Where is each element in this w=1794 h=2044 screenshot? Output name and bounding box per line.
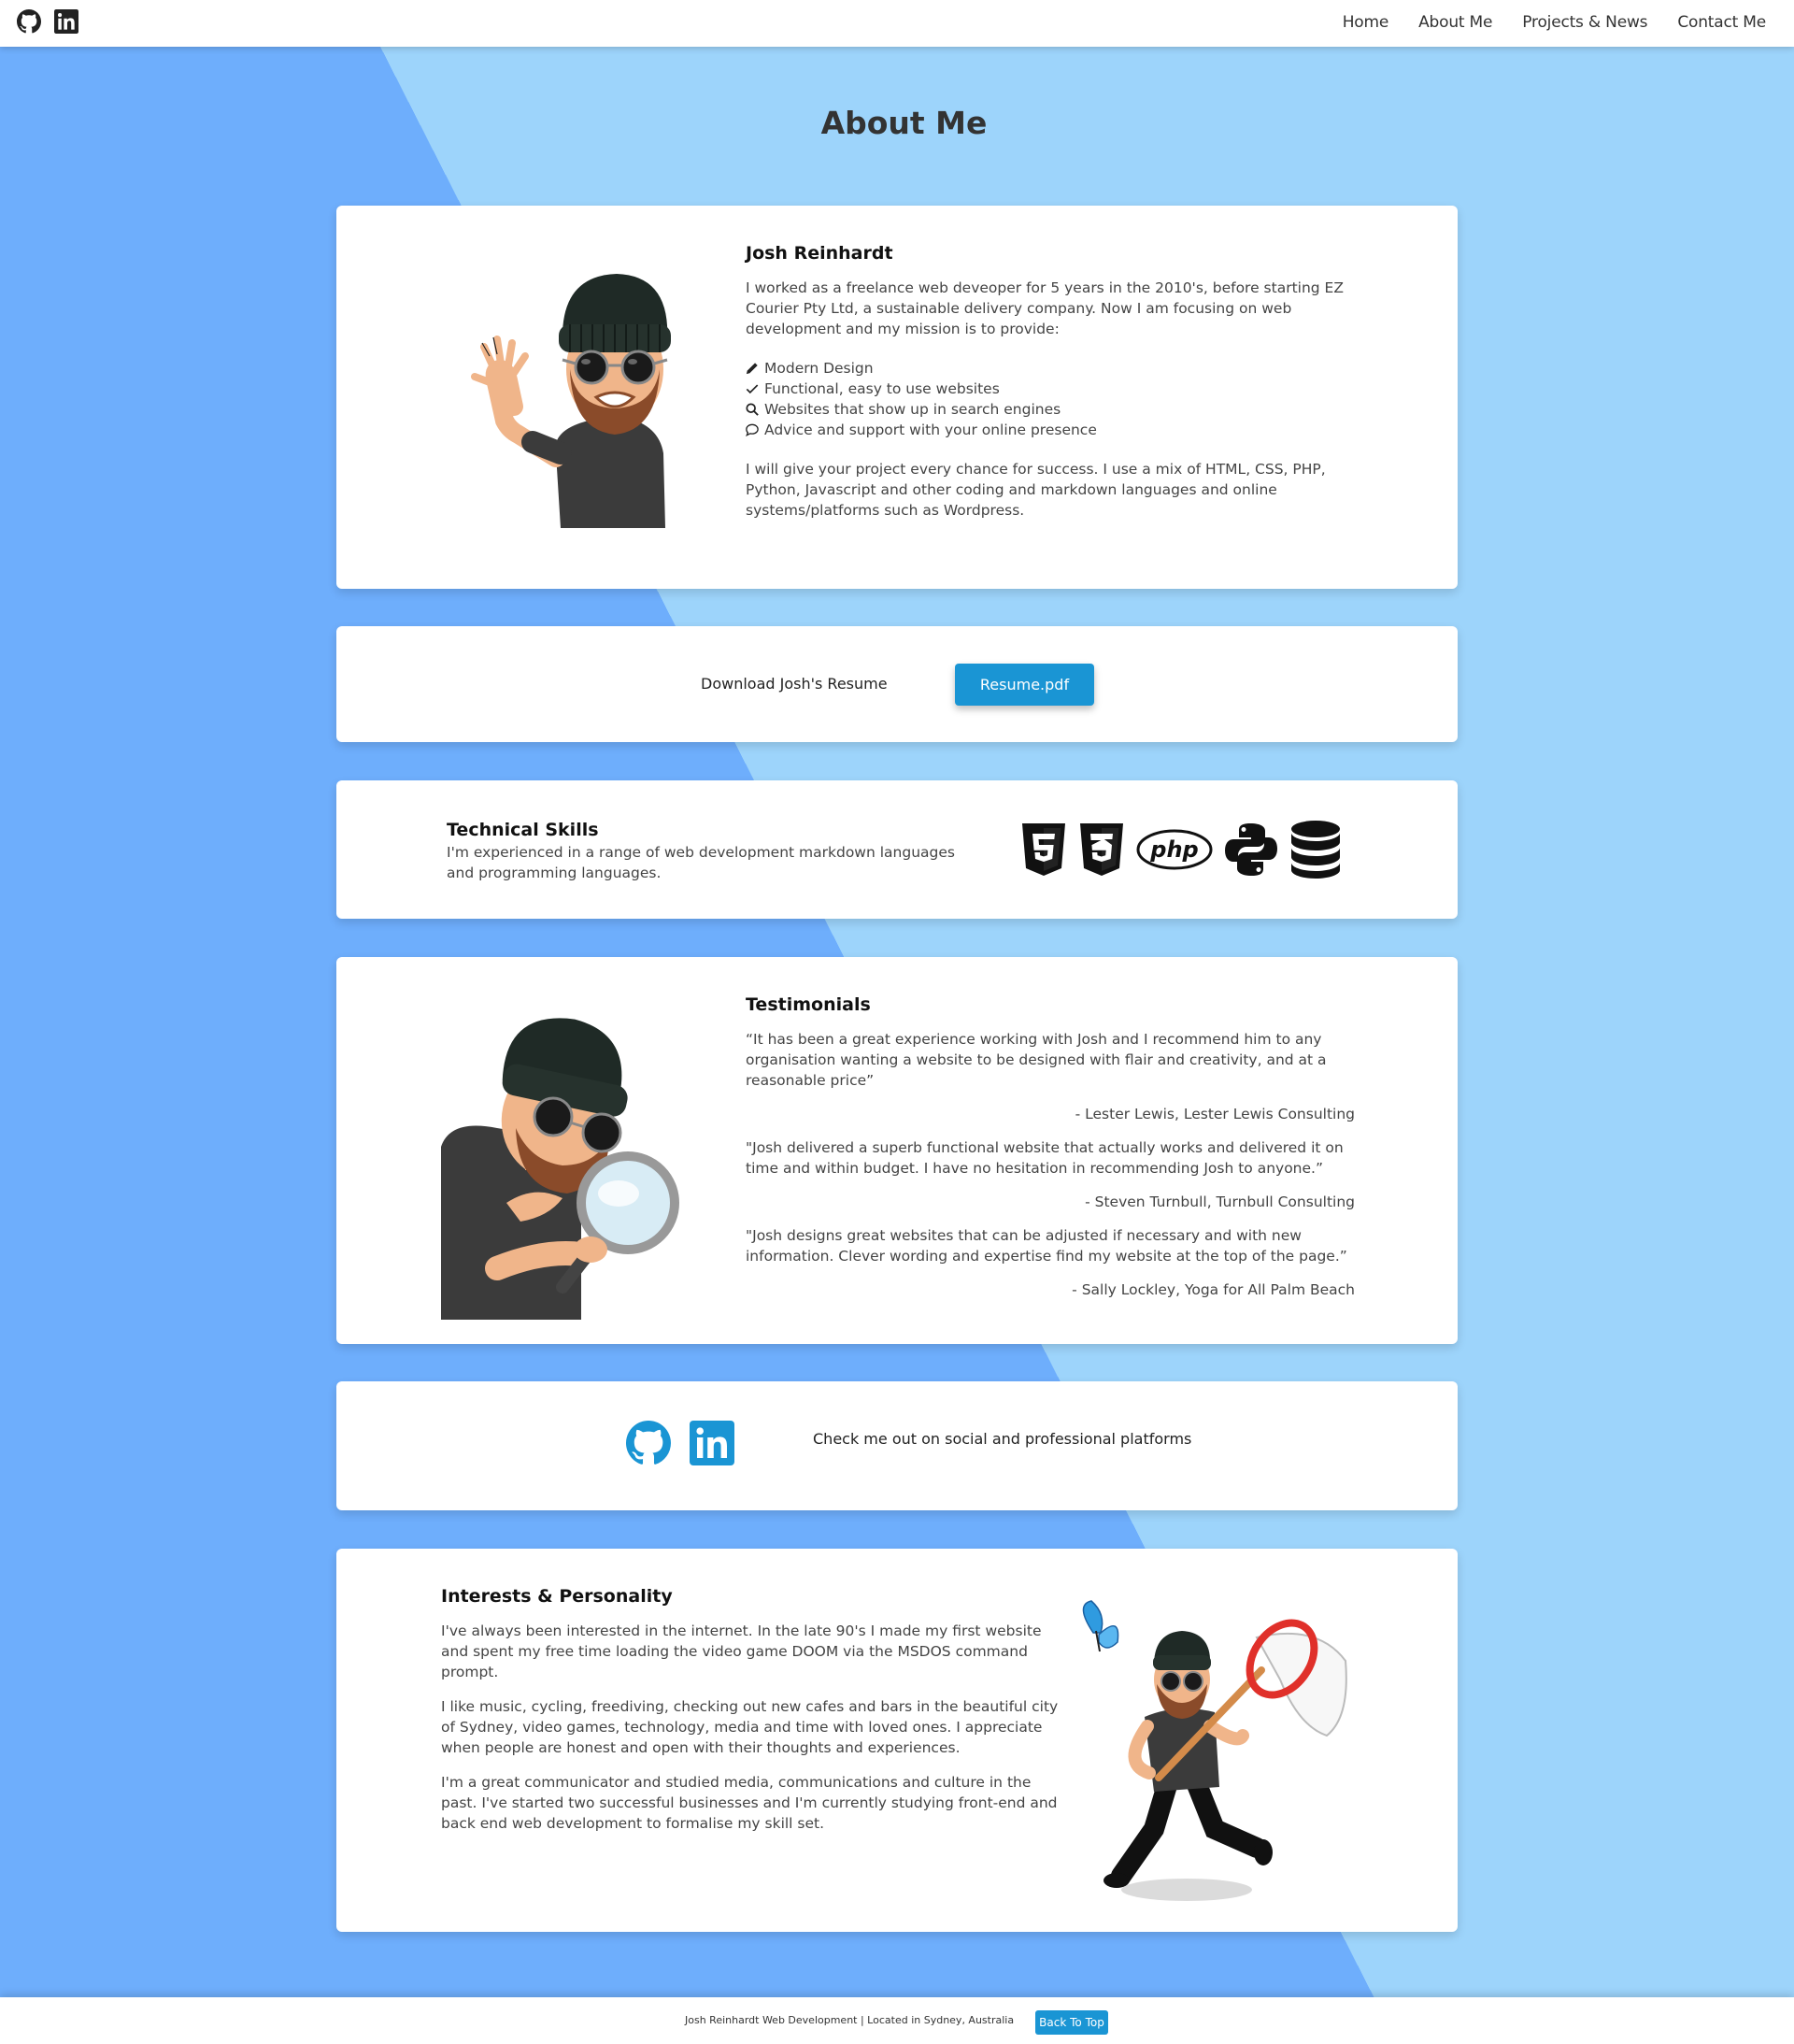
header-social-links <box>17 9 78 34</box>
github-icon[interactable] <box>17 9 41 34</box>
resume-download-button[interactable]: Resume.pdf <box>955 664 1094 706</box>
social-card: Check me out on social and professional … <box>336 1381 1458 1510</box>
butterfly-icon <box>1082 1600 1119 1652</box>
list-item-label: Modern Design <box>764 360 874 377</box>
list-item: Advice and support with your online pres… <box>746 420 1362 440</box>
about-card: Josh Reinhardt I worked as a freelance w… <box>336 206 1458 589</box>
testimonials-card: Testimonials “It has been a great experi… <box>336 957 1458 1344</box>
main-nav: Home About Me Projects & News Contact Me <box>1343 13 1767 32</box>
list-item-label: Websites that show up in search engines <box>764 401 1061 418</box>
css3-icon <box>1080 823 1123 876</box>
social-links <box>626 1421 734 1465</box>
pencil-icon <box>746 363 758 375</box>
interests-title: Interests & Personality <box>441 1586 673 1607</box>
testimonial-quote: "Josh delivered a superb functional webs… <box>746 1139 1344 1177</box>
list-item: Functional, easy to use websites <box>746 379 1362 399</box>
testimonial-author: - Steven Turnbull, Turnbull Consulting <box>1085 1194 1355 1210</box>
skills-text: I'm experienced in a range of web develo… <box>447 844 955 881</box>
linkedin-icon[interactable] <box>690 1421 734 1465</box>
check-icon <box>746 384 759 394</box>
about-intro: I worked as a freelance web deveoper for… <box>746 279 1344 337</box>
avatar-waving <box>471 274 671 528</box>
testimonial-quote: “It has been a great experience working … <box>746 1031 1327 1089</box>
top-navbar: Home About Me Projects & News Contact Me <box>0 0 1794 47</box>
skills-content: Technical Skills I'm experienced in a ra… <box>447 820 970 883</box>
footer-text: Josh Reinhardt Web Development | Located… <box>685 2014 1015 2026</box>
nav-about-me[interactable]: About Me <box>1418 13 1492 32</box>
nav-contact-me[interactable]: Contact Me <box>1677 13 1766 32</box>
search-icon <box>746 403 759 416</box>
resume-card: Download Josh's Resume Resume.pdf <box>336 626 1458 742</box>
php-icon: php <box>1136 829 1213 870</box>
interests-content: Interests & Personality I've always been… <box>441 1586 1062 1848</box>
testimonial-quote: "Josh designs great websites that can be… <box>746 1227 1347 1265</box>
interests-paragraph: I've always been interested in the inter… <box>441 1622 1042 1680</box>
nav-home[interactable]: Home <box>1343 13 1389 32</box>
list-item-label: Advice and support with your online pres… <box>764 422 1097 438</box>
skills-title: Technical Skills <box>447 820 599 840</box>
linkedin-icon[interactable] <box>54 9 78 34</box>
about-closing: I will give your project every chance fo… <box>746 461 1326 519</box>
nav-projects-news[interactable]: Projects & News <box>1522 13 1647 32</box>
page-title: About Me <box>820 105 988 141</box>
footer: Josh Reinhardt Web Development | Located… <box>0 1997 1794 2044</box>
database-icon <box>1291 821 1340 879</box>
avatar-butterfly-net <box>1082 1600 1347 1901</box>
github-icon[interactable] <box>626 1421 671 1465</box>
svg-text:php: php <box>1149 836 1198 863</box>
social-label: Check me out on social and professional … <box>813 1430 1192 1448</box>
testimonials-content: Testimonials “It has been a great experi… <box>746 994 1355 1313</box>
avatar-magnifying-glass <box>441 1018 679 1320</box>
resume-label: Download Josh's Resume <box>701 675 888 693</box>
html5-icon <box>1022 823 1065 876</box>
about-name: Josh Reinhardt <box>746 243 893 264</box>
chat-icon <box>746 423 759 436</box>
interests-paragraph: I'm a great communicator and studied med… <box>441 1774 1058 1832</box>
list-item-label: Functional, easy to use websites <box>764 380 1000 397</box>
skills-icons: php <box>1020 820 1342 879</box>
interests-paragraph: I like music, cycling, freediving, check… <box>441 1698 1059 1756</box>
list-item: Modern Design <box>746 358 1362 379</box>
interests-card: Interests & Personality I've always been… <box>336 1549 1458 1932</box>
python-icon <box>1225 823 1277 876</box>
testimonials-title: Testimonials <box>746 994 871 1015</box>
testimonial-author: - Lester Lewis, Lester Lewis Consulting <box>1075 1106 1355 1122</box>
list-item: Websites that show up in search engines <box>746 399 1362 420</box>
back-to-top-button[interactable]: Back To Top <box>1035 2010 1108 2035</box>
technical-skills-card: Technical Skills I'm experienced in a ra… <box>336 780 1458 919</box>
testimonial-author: - Sally Lockley, Yoga for All Palm Beach <box>1072 1281 1355 1298</box>
about-content: Josh Reinhardt I worked as a freelance w… <box>746 243 1362 521</box>
about-services-list: Modern Design Functional, easy to use we… <box>746 358 1362 440</box>
